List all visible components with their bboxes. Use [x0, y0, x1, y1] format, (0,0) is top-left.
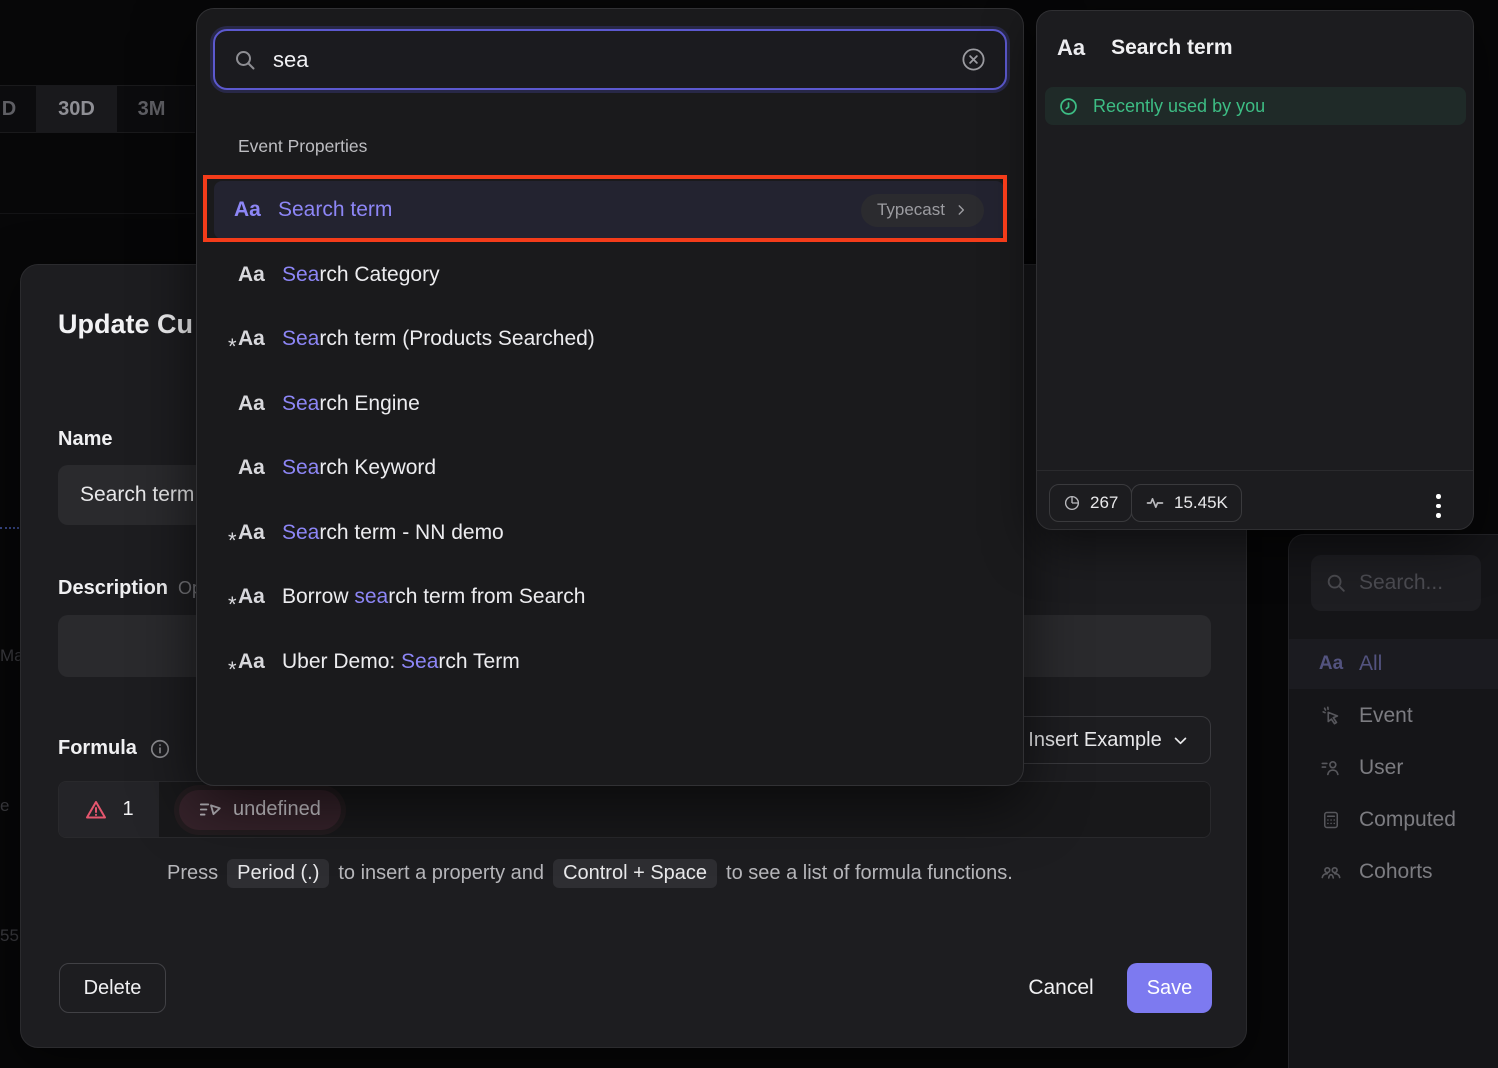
property-row-search-term-nn-demo[interactable]: Aa* Search term - NN demo: [214, 501, 1004, 565]
info-icon[interactable]: [149, 738, 171, 760]
typecast-badge[interactable]: Typecast: [861, 194, 984, 227]
volume-value: 15.45K: [1174, 493, 1228, 513]
text-type-icon: Aa: [238, 263, 268, 287]
text-type-icon: Aa: [234, 198, 264, 222]
undefined-token-label: undefined: [233, 798, 321, 821]
property-row-borrow-search-term[interactable]: Aa* Borrow search term from Search: [214, 565, 1004, 629]
type-panel-search[interactable]: [1311, 555, 1481, 611]
insert-example-label: Insert Example: [1028, 729, 1161, 752]
text-type-icon: Aa: [238, 392, 268, 416]
background-axis-fragment: e: [0, 796, 9, 816]
time-range-button-3m[interactable]: 3M: [117, 85, 186, 133]
time-range-button-partial[interactable]: D: [0, 85, 18, 133]
insert-example-button[interactable]: Insert Example: [1006, 716, 1211, 764]
formula-help-text: Press Period (.) to insert a property an…: [167, 859, 1013, 888]
name-label: Name: [58, 428, 112, 451]
help-press: Press: [167, 862, 218, 885]
type-filter-label: Computed: [1359, 808, 1456, 832]
description-label: Description: [58, 577, 168, 600]
property-row-search-term[interactable]: Aa Search term Typecast: [214, 181, 1004, 239]
kebab-menu-icon[interactable]: [1436, 494, 1441, 518]
time-range-strip: D 30D 3M: [0, 85, 195, 133]
detail-panel-footer: 267 15.45K: [1037, 470, 1473, 530]
recently-used-label: Recently used by you: [1093, 96, 1265, 117]
chevron-right-icon: [954, 203, 968, 217]
text-type-custom-icon: Aa*: [238, 650, 268, 674]
search-icon: [1325, 572, 1347, 594]
help-end: to see a list of formula functions.: [726, 862, 1013, 885]
property-row-search-category[interactable]: Aa Search Category: [214, 243, 1004, 307]
property-search-dropdown: Event Properties Aa Search term Typecast…: [196, 8, 1024, 786]
type-filter-label: User: [1359, 756, 1403, 780]
custom-property-marker: *: [228, 334, 237, 360]
modal-title: Update Cu: [58, 309, 193, 340]
text-type-custom-icon: Aa*: [238, 327, 268, 351]
type-panel-search-input[interactable]: [1359, 571, 1459, 595]
app-root: D 30D 3M May e 55 Update Cu Name Search …: [0, 0, 1498, 1068]
text-type-icon: Aa: [1319, 653, 1343, 675]
background-gridline: [0, 213, 195, 214]
delete-button[interactable]: Delete: [59, 963, 166, 1013]
type-filter-computed[interactable]: Computed: [1289, 795, 1498, 845]
recently-used-badge: Recently used by you: [1045, 87, 1466, 125]
type-filter-user[interactable]: User: [1289, 743, 1498, 793]
property-detail-panel: Aa Search term Recently used by you 267 …: [1036, 10, 1474, 530]
type-filter-label: All: [1359, 652, 1382, 676]
typecast-label: Typecast: [877, 200, 945, 220]
custom-property-marker: *: [228, 528, 237, 554]
property-label: Search term: [278, 198, 392, 222]
help-mid: to insert a property and: [338, 862, 544, 885]
type-filter-label: Event: [1359, 704, 1413, 728]
distinct-count-value: 267: [1090, 493, 1118, 513]
name-input-value: Search term: [80, 483, 194, 507]
user-icon: [1319, 757, 1343, 779]
clear-search-icon[interactable]: [960, 46, 987, 73]
formula-error-gutter: 1: [59, 782, 159, 837]
ctrl-space-key-pill: Control + Space: [553, 859, 717, 888]
cancel-button[interactable]: Cancel: [1011, 963, 1111, 1013]
warning-icon: [84, 798, 108, 822]
save-button[interactable]: Save: [1127, 963, 1212, 1013]
text-type-icon: Aa: [238, 456, 268, 480]
text-type-custom-icon: Aa*: [238, 521, 268, 545]
background-axis-tick: 55: [0, 926, 19, 946]
property-type-panel: Aa All Event User Computed Cohorts: [1288, 534, 1498, 1068]
background-chart-line: [0, 527, 19, 529]
chevron-down-icon: [1172, 732, 1189, 749]
calculator-icon: [1319, 810, 1343, 830]
text-type-custom-icon: Aa*: [238, 585, 268, 609]
property-row-search-keyword[interactable]: Aa Search Keyword: [214, 436, 1004, 500]
distinct-count-stat[interactable]: 267: [1049, 484, 1132, 522]
formula-input[interactable]: undefined: [159, 782, 1210, 837]
type-filter-cohorts[interactable]: Cohorts: [1289, 847, 1498, 897]
property-row-uber-demo-search-term[interactable]: Aa* Uber Demo: Search Term: [214, 630, 1004, 694]
type-filter-all[interactable]: Aa All: [1289, 639, 1498, 689]
volume-stat[interactable]: 15.45K: [1131, 484, 1242, 522]
cursor-click-icon: [1319, 705, 1343, 727]
type-filter-event[interactable]: Event: [1289, 691, 1498, 741]
formula-label: Formula: [58, 737, 137, 760]
detail-panel-title: Search term: [1111, 36, 1232, 60]
clock-icon: [1058, 96, 1079, 117]
function-icon: [199, 800, 223, 819]
property-search-input[interactable]: [273, 47, 944, 73]
section-header-event-properties: Event Properties: [238, 136, 367, 157]
custom-property-marker: *: [228, 657, 237, 683]
property-row-search-term-products[interactable]: Aa* Search term (Products Searched): [214, 307, 1004, 371]
formula-editor[interactable]: 1 undefined: [58, 781, 1211, 838]
period-key-pill: Period (.): [227, 859, 329, 888]
property-row-search-engine[interactable]: Aa Search Engine: [214, 372, 1004, 436]
property-search-field[interactable]: [213, 29, 1007, 90]
activity-icon: [1145, 493, 1165, 513]
custom-property-marker: *: [228, 592, 237, 618]
cohorts-icon: [1319, 861, 1343, 883]
pie-chart-icon: [1063, 494, 1081, 512]
type-filter-label: Cohorts: [1359, 860, 1433, 884]
text-type-icon: Aa: [1057, 35, 1085, 61]
search-icon: [233, 48, 257, 72]
formula-line-number: 1: [122, 798, 133, 821]
time-range-button-30d[interactable]: 30D: [36, 85, 117, 133]
undefined-token-pill[interactable]: undefined: [179, 790, 341, 830]
